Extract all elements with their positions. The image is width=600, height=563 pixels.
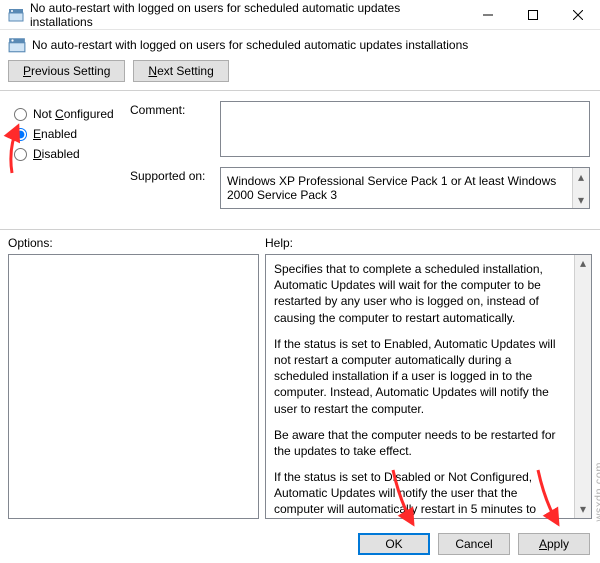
- policy-name: No auto-restart with logged on users for…: [32, 38, 468, 52]
- comment-label: Comment:: [130, 101, 220, 157]
- help-p1: Specifies that to complete a scheduled i…: [274, 261, 569, 326]
- help-box: Specifies that to complete a scheduled i…: [265, 254, 592, 519]
- window-title: No auto-restart with logged on users for…: [30, 1, 465, 29]
- previous-setting-button[interactable]: Previous Setting: [8, 60, 125, 82]
- nav-row: Previous Setting Next Setting: [0, 56, 600, 91]
- scroll-up-icon[interactable]: ▴: [573, 168, 589, 185]
- comment-input[interactable]: [220, 101, 590, 157]
- supported-label: Supported on:: [130, 167, 220, 209]
- radio-enabled[interactable]: Enabled: [14, 127, 122, 141]
- supported-on-box: Windows XP Professional Service Pack 1 o…: [220, 167, 590, 209]
- radio-enabled-label: Enabled: [33, 127, 77, 141]
- apply-button[interactable]: Apply: [518, 533, 590, 555]
- state-radios: Not Configured Enabled Disabled: [0, 91, 130, 229]
- help-p3: Be aware that the computer needs to be r…: [274, 427, 569, 459]
- scroll-down-icon[interactable]: ▾: [575, 501, 591, 518]
- help-p2: If the status is set to Enabled, Automat…: [274, 336, 569, 417]
- help-scrollbar[interactable]: ▴ ▾: [574, 255, 591, 518]
- ok-button[interactable]: OK: [358, 533, 430, 555]
- help-header: Help:: [265, 236, 592, 250]
- minimize-button[interactable]: [465, 0, 510, 30]
- radio-not-configured-label: Not Configured: [33, 107, 114, 121]
- maximize-button[interactable]: [510, 0, 555, 30]
- radio-disabled[interactable]: Disabled: [14, 147, 122, 161]
- help-p4: If the status is set to Disabled or Not …: [274, 469, 569, 519]
- supported-scrollbar[interactable]: ▴ ▾: [572, 168, 589, 208]
- titlebar: No auto-restart with logged on users for…: [0, 0, 600, 30]
- radio-disabled-label: Disabled: [33, 147, 80, 161]
- dialog-footer: OK Cancel Apply: [0, 525, 600, 563]
- options-header: Options:: [8, 236, 259, 250]
- cancel-button[interactable]: Cancel: [438, 533, 510, 555]
- radio-not-configured-input[interactable]: [14, 108, 27, 121]
- close-button[interactable]: [555, 0, 600, 30]
- policy-header-icon: [8, 36, 26, 54]
- scroll-down-icon[interactable]: ▾: [573, 191, 589, 208]
- radio-disabled-input[interactable]: [14, 148, 27, 161]
- detail-section: Options: Help: Specifies that to complet…: [0, 230, 600, 525]
- next-setting-button[interactable]: Next Setting: [133, 60, 228, 82]
- options-box: [8, 254, 259, 519]
- radio-not-configured[interactable]: Not Configured: [14, 107, 122, 121]
- watermark: wsxdn.com: [594, 462, 600, 522]
- policy-header: No auto-restart with logged on users for…: [0, 30, 600, 56]
- scroll-up-icon[interactable]: ▴: [575, 255, 591, 272]
- policy-icon: [8, 7, 24, 23]
- config-section: Not Configured Enabled Disabled Comment:…: [0, 91, 600, 230]
- supported-on-text: Windows XP Professional Service Pack 1 o…: [227, 174, 583, 202]
- radio-enabled-input[interactable]: [14, 128, 27, 141]
